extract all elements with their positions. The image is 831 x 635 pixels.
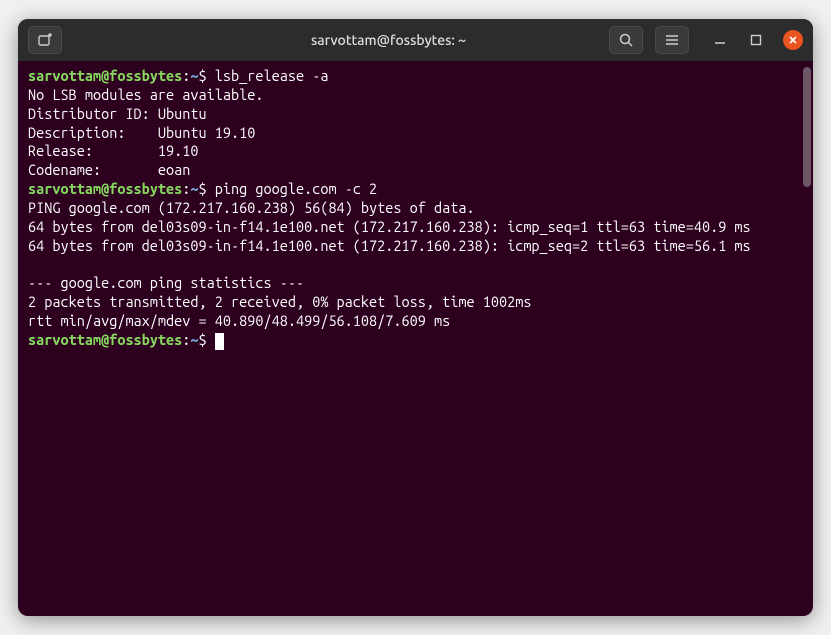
prompt-symbol: $ xyxy=(199,331,215,348)
output-text: 64 bytes from del03s09-in-f14.1e100.net … xyxy=(28,218,751,235)
search-icon xyxy=(618,32,634,48)
prompt-user-host: sarvottam@fossbytes xyxy=(28,67,182,84)
output-line: Description: Ubuntu 19.10 xyxy=(28,124,803,143)
new-tab-button[interactable] xyxy=(28,26,62,54)
output-line xyxy=(28,255,803,274)
titlebar: sarvottam@fossbytes: ~ xyxy=(18,19,813,61)
close-icon xyxy=(788,35,798,45)
output-text: --- google.com ping statistics --- xyxy=(28,274,304,291)
prompt-symbol: $ xyxy=(199,180,215,197)
terminal-body[interactable]: sarvottam@fossbytes:~$ lsb_release -aNo … xyxy=(18,61,813,616)
output-line: Distributor ID: Ubuntu xyxy=(28,105,803,124)
minimize-icon xyxy=(714,34,726,46)
command-text: ping google.com -c 2 xyxy=(215,180,377,197)
window-title: sarvottam@fossbytes: ~ xyxy=(176,32,601,48)
output-text xyxy=(28,255,36,272)
output-line: rtt min/avg/max/mdev = 40.890/48.499/56.… xyxy=(28,312,803,331)
output-line: Release: 19.10 xyxy=(28,142,803,161)
output-text: 64 bytes from del03s09-in-f14.1e100.net … xyxy=(28,237,751,254)
prompt-line: sarvottam@fossbytes:~$ ping google.com -… xyxy=(28,180,803,199)
minimize-button[interactable] xyxy=(711,31,729,49)
output-line: 2 packets transmitted, 2 received, 0% pa… xyxy=(28,293,803,312)
prompt-path: ~ xyxy=(190,67,198,84)
output-line: --- google.com ping statistics --- xyxy=(28,274,803,293)
output-line: No LSB modules are available. xyxy=(28,86,803,105)
cursor xyxy=(215,333,224,350)
prompt-symbol: $ xyxy=(199,67,215,84)
output-text: Codename: eoan xyxy=(28,161,190,178)
prompt-user-host: sarvottam@fossbytes xyxy=(28,180,182,197)
maximize-button[interactable] xyxy=(747,31,765,49)
prompt-path: ~ xyxy=(190,331,198,348)
output-line: PING google.com (172.217.160.238) 56(84)… xyxy=(28,199,803,218)
terminal-window: sarvottam@fossbytes: ~ xyxy=(18,19,813,616)
new-tab-icon xyxy=(37,32,53,48)
scrollbar-thumb[interactable] xyxy=(803,67,811,187)
menu-button[interactable] xyxy=(655,26,689,54)
output-text: 2 packets transmitted, 2 received, 0% pa… xyxy=(28,293,531,310)
prompt-user-host: sarvottam@fossbytes xyxy=(28,331,182,348)
hamburger-icon xyxy=(664,32,680,48)
close-button[interactable] xyxy=(783,30,803,50)
prompt-line: sarvottam@fossbytes:~$ lsb_release -a xyxy=(28,67,803,86)
prompt-line: sarvottam@fossbytes:~$ xyxy=(28,331,803,350)
output-line: 64 bytes from del03s09-in-f14.1e100.net … xyxy=(28,218,803,237)
output-line: 64 bytes from del03s09-in-f14.1e100.net … xyxy=(28,237,803,256)
output-text: Release: 19.10 xyxy=(28,142,199,159)
maximize-icon xyxy=(750,34,762,46)
output-line: Codename: eoan xyxy=(28,161,803,180)
output-text: Distributor ID: Ubuntu xyxy=(28,105,207,122)
output-text: Description: Ubuntu 19.10 xyxy=(28,124,255,141)
prompt-path: ~ xyxy=(190,180,198,197)
output-text: rtt min/avg/max/mdev = 40.890/48.499/56.… xyxy=(28,312,450,329)
command-text: lsb_release -a xyxy=(215,67,329,84)
output-text: PING google.com (172.217.160.238) 56(84)… xyxy=(28,199,475,216)
search-button[interactable] xyxy=(609,26,643,54)
output-text: No LSB modules are available. xyxy=(28,86,263,103)
